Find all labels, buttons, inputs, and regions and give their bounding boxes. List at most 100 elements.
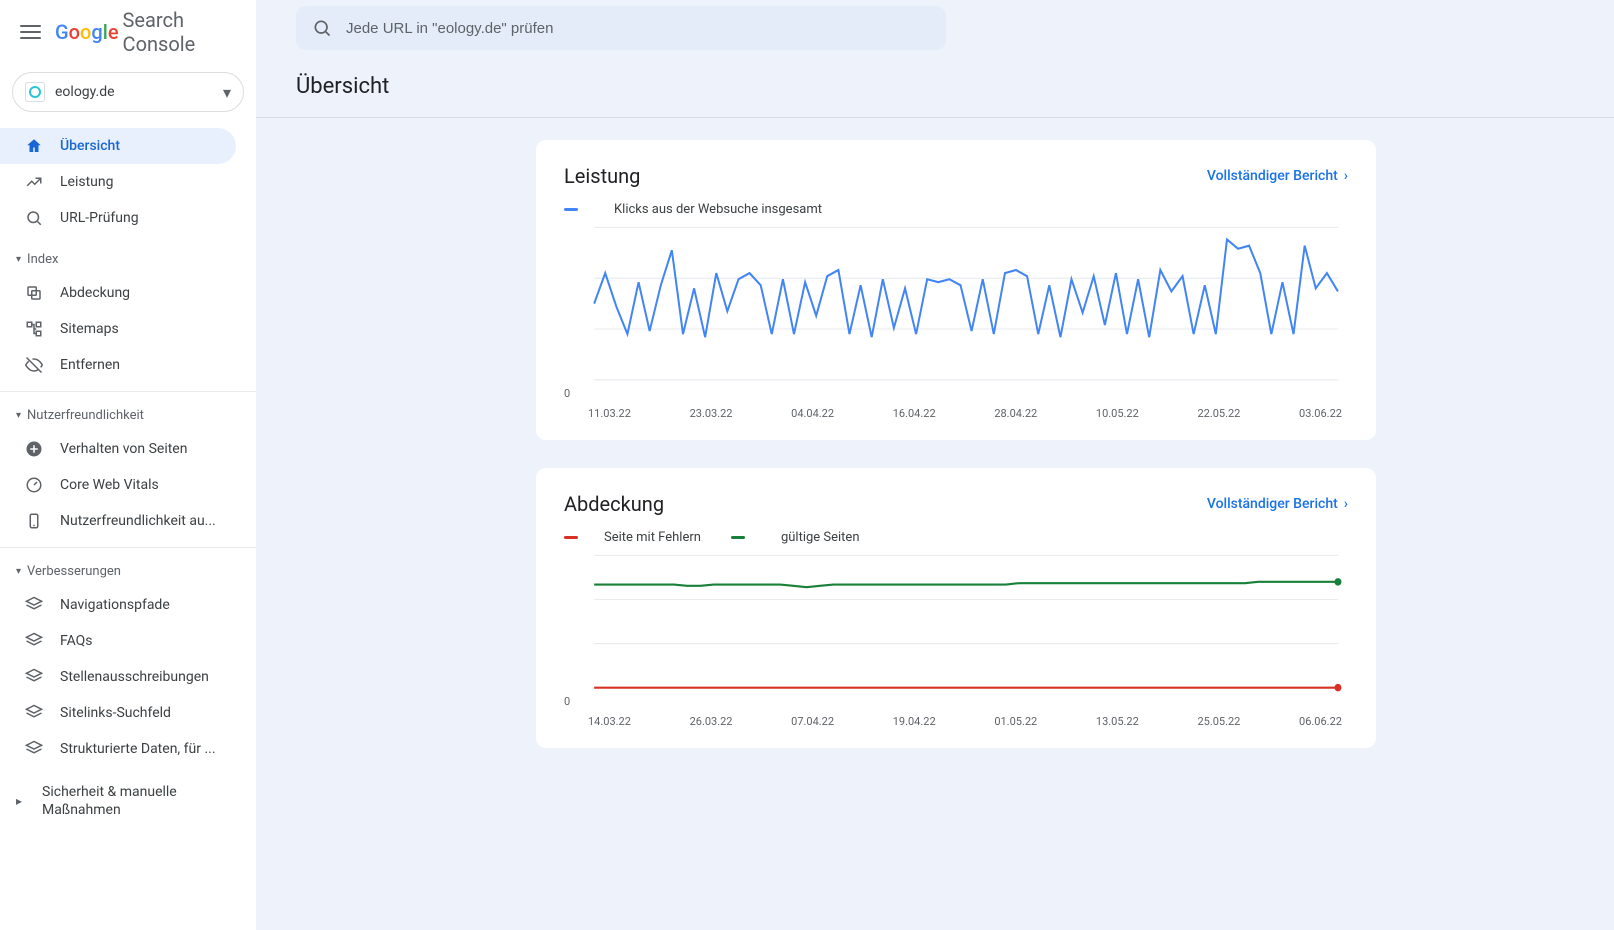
coverage-x-axis: 14.03.2226.03.2207.04.2219.04.2201.05.22… xyxy=(564,709,1348,728)
page-title: Übersicht xyxy=(296,74,1574,99)
home-icon xyxy=(24,136,44,156)
sidebar-item-label: FAQs xyxy=(60,633,93,649)
sidebar-item-label: Strukturierte Daten, für ... xyxy=(60,741,216,757)
hamburger-menu-button[interactable] xyxy=(20,20,41,44)
sidebar-item-breadcrumbs[interactable]: Navigationspfade xyxy=(0,587,236,623)
sidebar-item-performance[interactable]: Leistung xyxy=(0,164,236,200)
section-header-nutzerfreundlichkeit[interactable]: ▾ Nutzerfreundlichkeit xyxy=(0,400,256,431)
plus-circle-icon xyxy=(24,439,44,459)
sidebar-item-label: Core Web Vitals xyxy=(60,477,159,493)
main: Übersicht Leistung Vollständiger Bericht… xyxy=(256,0,1614,930)
sidebar-item-label: Stellenausschreibungen xyxy=(60,669,209,685)
copy-icon xyxy=(24,283,44,303)
sidebar-item-coverage[interactable]: Abdeckung xyxy=(0,275,236,311)
eye-off-icon xyxy=(24,355,44,375)
x-tick: 19.04.22 xyxy=(893,715,936,728)
x-tick: 07.04.22 xyxy=(791,715,834,728)
sidebar-item-label: Leistung xyxy=(60,174,113,190)
sidebar-item-structured[interactable]: Strukturierte Daten, für ... xyxy=(0,731,236,767)
sidebar-item-label: Entfernen xyxy=(60,357,120,373)
coverage-card: Abdeckung Vollständiger Bericht › Seite … xyxy=(536,468,1376,748)
performance-chart xyxy=(564,221,1348,401)
sidebar-item-sitemaps[interactable]: Sitemaps xyxy=(0,311,236,347)
coverage-legend-error: Seite mit Fehlern xyxy=(564,530,701,545)
gauge-icon xyxy=(24,475,44,495)
legend-swatch-blue xyxy=(564,208,578,211)
x-tick: 22.05.22 xyxy=(1197,407,1240,420)
sidebar-item-faq[interactable]: FAQs xyxy=(0,623,236,659)
property-selector[interactable]: eology.de ▾ xyxy=(12,72,244,112)
chevron-down-icon: ▾ xyxy=(16,566,21,577)
full-report-label: Vollständiger Bericht xyxy=(1207,496,1338,512)
trend-icon xyxy=(24,172,44,192)
x-tick: 23.03.22 xyxy=(690,407,733,420)
sidebar-item-page-behavior[interactable]: Verhalten von Seiten xyxy=(0,431,236,467)
section-title: Nutzerfreundlichkeit xyxy=(27,408,144,423)
x-tick: 04.04.22 xyxy=(791,407,834,420)
chevron-right-icon: › xyxy=(1344,168,1348,184)
phone-icon xyxy=(24,511,44,531)
x-tick: 13.05.22 xyxy=(1096,715,1139,728)
sidebar-item-label: Nutzerfreundlichkeit au... xyxy=(60,513,216,529)
full-report-label: Vollständiger Bericht xyxy=(1207,168,1338,184)
performance-legend-item: Klicks aus der Websuche insgesamt xyxy=(564,202,822,217)
x-tick: 06.06.22 xyxy=(1299,715,1342,728)
sidebar-item-label: Abdeckung xyxy=(60,285,130,301)
sidebar-item-label: Sicherheit & manuelle Maßnahmen xyxy=(42,783,220,819)
x-tick: 01.05.22 xyxy=(994,715,1037,728)
performance-legend-label: Klicks aus der Websuche insgesamt xyxy=(614,202,822,217)
layers-icon xyxy=(24,739,44,759)
url-inspection-input[interactable] xyxy=(346,20,930,37)
sidebar-item-overview[interactable]: Übersicht xyxy=(0,128,236,164)
x-tick: 16.04.22 xyxy=(893,407,936,420)
sidebar-item-sitelinks[interactable]: Sitelinks-Suchfeld xyxy=(0,695,236,731)
logo-text: Search Console xyxy=(123,8,236,56)
x-tick: 03.06.22 xyxy=(1299,407,1342,420)
x-tick: 25.05.22 xyxy=(1197,715,1240,728)
layers-icon xyxy=(24,631,44,651)
sidebar-item-remove[interactable]: Entfernen xyxy=(0,347,236,383)
google-search-console-logo: Google Search Console xyxy=(55,8,236,56)
coverage-card-title: Abdeckung xyxy=(564,492,664,516)
sidebar-item-url-inspect[interactable]: URL-Prüfung xyxy=(0,200,236,236)
layers-icon xyxy=(24,595,44,615)
coverage-legend-valid: gültige Seiten xyxy=(731,530,860,545)
chevron-right-icon: › xyxy=(1344,496,1348,512)
search-icon xyxy=(312,18,332,38)
legend-swatch-red xyxy=(564,536,578,539)
sidebar-item-mobile[interactable]: Nutzerfreundlichkeit au... xyxy=(0,503,236,539)
performance-full-report-link[interactable]: Vollständiger Bericht › xyxy=(1207,168,1348,184)
coverage-legend-valid-label: gültige Seiten xyxy=(781,530,860,545)
section-header-index[interactable]: ▾Index xyxy=(0,244,256,275)
section-title: Index xyxy=(27,252,58,267)
sidebar-item-jobs[interactable]: Stellenausschreibungen xyxy=(0,659,236,695)
sidebar: Google Search Console eology.de ▾ Übersi… xyxy=(0,0,256,930)
performance-x-axis: 11.03.22 23.03.22 04.04.22 16.04.22 28.04.22… xyxy=(564,401,1348,420)
property-favicon xyxy=(25,82,45,102)
x-tick: 26.03.22 xyxy=(690,715,733,728)
sidebar-item-label: Navigationspfade xyxy=(60,597,170,613)
layers-icon xyxy=(24,703,44,723)
layers-icon xyxy=(24,667,44,687)
url-inspection-searchbar[interactable] xyxy=(296,6,946,50)
tree-icon xyxy=(24,319,44,339)
coverage-legend-error-label: Seite mit Fehlern xyxy=(604,530,701,545)
x-tick: 11.03.22 xyxy=(588,407,631,420)
sidebar-item-label: Sitemaps xyxy=(60,321,119,337)
x-tick: 10.05.22 xyxy=(1096,407,1139,420)
search-icon xyxy=(24,208,44,228)
section-header-verbesserungen[interactable]: ▾ Verbesserungen xyxy=(0,556,256,587)
legend-swatch-green xyxy=(731,536,745,539)
sidebar-item-label: Übersicht xyxy=(60,138,120,154)
section-title: Verbesserungen xyxy=(27,564,121,579)
sidebar-item-security[interactable]: ▸ Sicherheit & manuelle Maßnahmen xyxy=(0,775,236,827)
chevron-right-icon: ▸ xyxy=(16,794,22,808)
x-tick: 28.04.22 xyxy=(994,407,1037,420)
chevron-down-icon: ▾ xyxy=(223,83,231,102)
sidebar-item-label: Sitelinks-Suchfeld xyxy=(60,705,171,721)
performance-card: Leistung Vollständiger Bericht › Klicks … xyxy=(536,140,1376,440)
coverage-full-report-link[interactable]: Vollständiger Bericht › xyxy=(1207,496,1348,512)
performance-card-title: Leistung xyxy=(564,164,640,188)
chevron-down-icon: ▾ xyxy=(16,410,21,421)
sidebar-item-cwv[interactable]: Core Web Vitals xyxy=(0,467,236,503)
